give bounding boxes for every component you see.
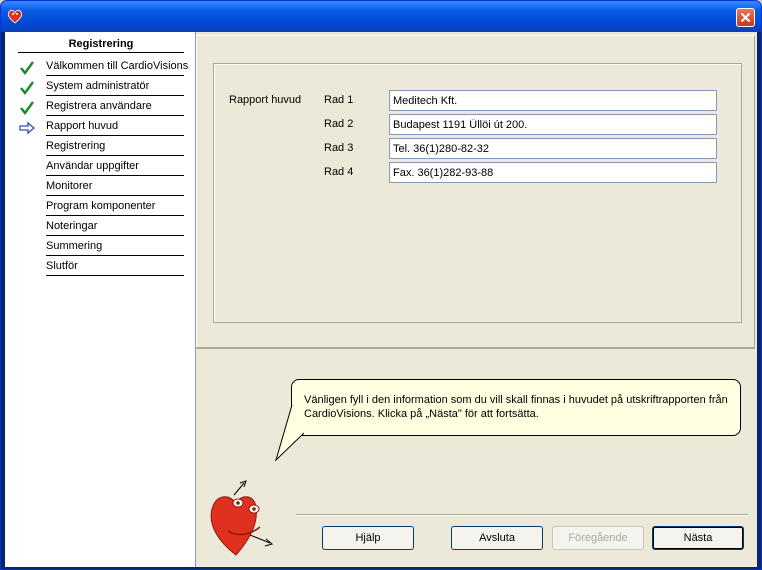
- sidebar-item-rapport-huvud: Rapport huvud: [46, 116, 184, 136]
- close-button[interactable]: [736, 8, 755, 27]
- cancel-button[interactable]: Avsluta: [451, 526, 543, 550]
- check-icon: [20, 101, 34, 115]
- sidebar-item-label: Användar uppgifter: [46, 160, 139, 172]
- row-3-input[interactable]: [389, 138, 717, 159]
- row-4-label: Rad 4: [324, 166, 354, 178]
- sidebar-title: Registrering: [68, 38, 134, 50]
- sidebar-item-label: Noteringar: [46, 220, 98, 232]
- sidebar-item-label: Slutför: [46, 260, 78, 272]
- sidebar-item-label: Välkommen till CardioVisions: [46, 60, 189, 72]
- sidebar-item-label: Program komponenter: [46, 200, 156, 212]
- sidebar-item-anvandar-uppgifter: Användar uppgifter: [46, 156, 184, 176]
- row-1-label: Rad 1: [324, 94, 354, 106]
- row-3-label: Rad 3: [324, 142, 354, 154]
- check-icon: [20, 61, 34, 75]
- row-4-input[interactable]: [389, 162, 717, 183]
- help-text: Vänligen fyll i den information som du v…: [304, 394, 728, 420]
- content-area: Rapport huvud Rad 1 Rad 2 Rad 3 Rad 4 Vä…: [196, 32, 757, 567]
- row-2-input[interactable]: [389, 114, 717, 135]
- sidebar-item-noteringar: Noteringar: [46, 216, 184, 236]
- help-panel: Vänligen fyll i den information som du v…: [196, 348, 755, 568]
- sidebar-item-label: Registrera användare: [46, 100, 152, 112]
- sidebar-item-valkommen: Välkommen till CardioVisions: [46, 56, 188, 76]
- sidebar-item-program-komponenter: Program komponenter: [46, 196, 184, 216]
- sidebar-divider: [18, 52, 184, 53]
- current-step-arrow-icon: [19, 121, 35, 135]
- sidebar-item-monitorer: Monitorer: [46, 176, 184, 196]
- form-panel: Rapport huvud Rad 1 Rad 2 Rad 3 Rad 4: [196, 35, 755, 348]
- title-bar[interactable]: [1, 1, 761, 32]
- help-speech-bubble: Vänligen fyll i den information som du v…: [291, 379, 741, 436]
- wizard-window: Registrering Välkommen till CardioVision…: [0, 0, 762, 570]
- sidebar-item-label: System administratör: [46, 80, 150, 92]
- cardiovisions-heart-icon: [7, 9, 23, 24]
- check-icon: [20, 81, 34, 95]
- close-icon: [740, 12, 751, 23]
- sidebar-item-summering: Summering: [46, 236, 184, 256]
- sidebar-item-label: Rapport huvud: [46, 120, 119, 132]
- sidebar-item-label: Summering: [46, 240, 103, 252]
- sidebar-item-system-administrator: System administratör: [46, 76, 184, 96]
- sidebar-item-registrering: Registrering: [46, 136, 184, 156]
- next-button[interactable]: Nästa: [652, 526, 744, 550]
- sidebar-item-label: Monitorer: [46, 180, 93, 192]
- previous-button: Föregående: [552, 526, 644, 550]
- sidebar-item-label: Registrering: [46, 140, 106, 152]
- section-label: Rapport huvud: [229, 94, 302, 106]
- row-2-label: Rad 2: [324, 118, 354, 130]
- steps-sidebar: Registrering Välkommen till CardioVision…: [5, 32, 196, 567]
- row-1-input[interactable]: [389, 90, 717, 111]
- wizard-body: Registrering Välkommen till CardioVision…: [5, 32, 757, 567]
- speech-bubble-tail: [275, 405, 305, 462]
- button-divider: [296, 514, 748, 516]
- sidebar-item-slutfor: Slutför: [46, 256, 184, 276]
- help-button[interactable]: Hjälp: [322, 526, 414, 550]
- heart-mascot-icon: [210, 480, 274, 556]
- sidebar-item-registrera-anvandare: Registrera användare: [46, 96, 184, 116]
